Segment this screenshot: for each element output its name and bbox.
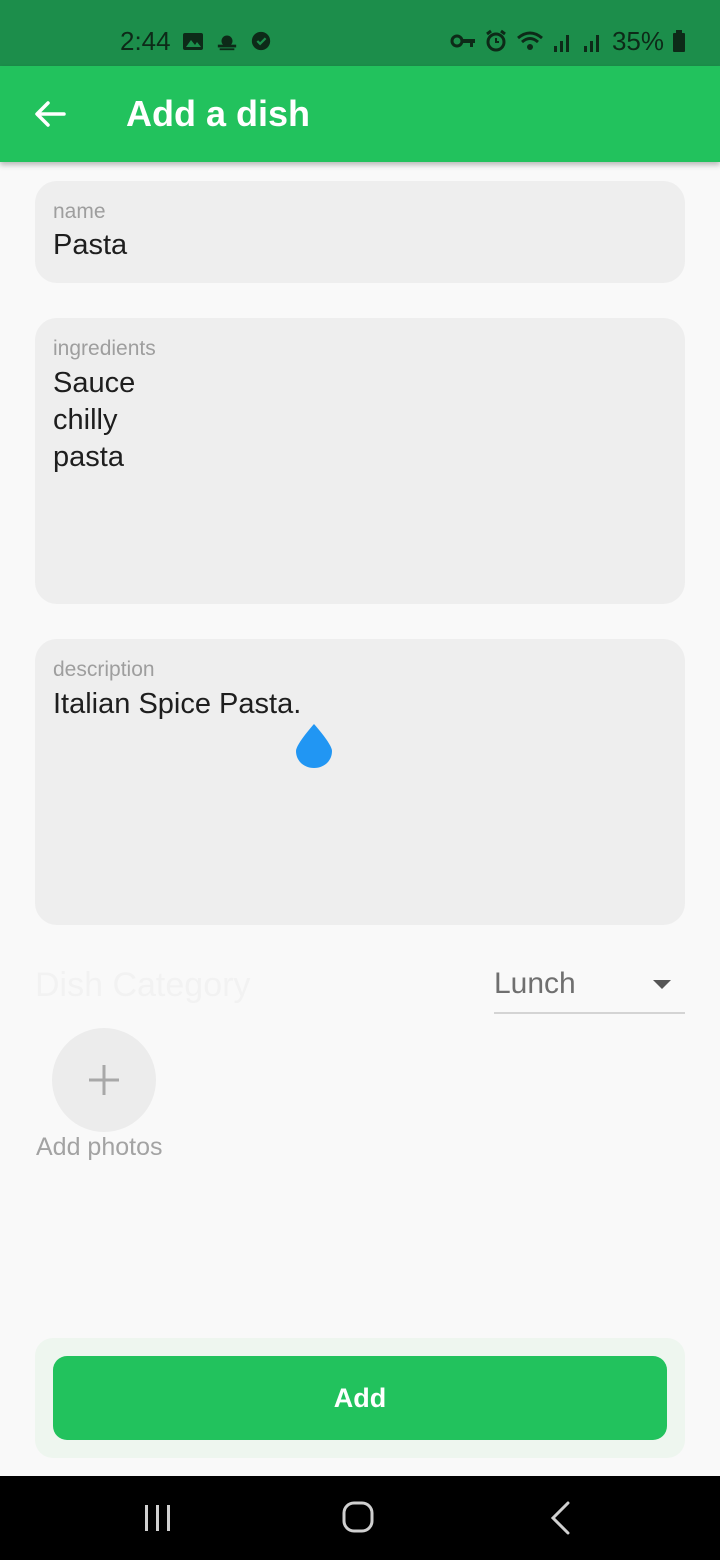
name-field[interactable]: name Pasta [35,181,685,283]
status-time: 2:44 [120,26,171,56]
home-icon[interactable] [341,1500,375,1534]
battery-percent: 35% [611,26,664,56]
signal-icon [553,35,569,52]
arrow-back-icon [35,101,66,127]
category-selected-value: Lunch [494,967,576,1000]
text-cursor-handle[interactable] [294,722,334,770]
category-dropdown[interactable]: Lunch [494,960,685,1014]
app-bar: Add a dish [0,66,720,162]
plus-icon [89,1065,119,1095]
page-title: Add a dish [126,93,311,134]
ingredients-field[interactable]: ingredients Sauce chilly pasta [35,318,685,604]
recents-icon[interactable] [143,1502,173,1534]
name-field-value[interactable]: Pasta [53,227,667,264]
vpn-key-icon [450,34,475,48]
dish-category-label: Dish Category [35,966,251,1004]
system-nav-bar [0,1476,720,1560]
alarm-icon [486,29,506,52]
status-icons-left [182,28,272,54]
add-button[interactable]: Add [53,1356,667,1440]
description-field[interactable]: description Italian Spice Pasta. [35,639,685,925]
battery-icon [673,30,685,52]
add-photo-button[interactable] [52,1028,156,1132]
ingredients-field-value[interactable]: Sauce chilly pasta [53,365,667,476]
status-bar: 2:44 35% [0,0,720,66]
name-field-label: name [53,200,106,223]
add-photos-label: Add photos [36,1133,163,1161]
bottom-action-panel: Add [35,1338,685,1458]
ingredients-field-label: ingredients [53,337,156,360]
signal-icon [583,35,599,52]
weather-icon [217,35,237,51]
description-field-label: description [53,658,155,681]
app-icon [251,31,271,51]
back-icon[interactable] [548,1500,572,1536]
wifi-icon [516,31,543,50]
description-field-value[interactable]: Italian Spice Pasta. [53,686,667,723]
dropdown-arrow-icon [653,980,671,989]
image-icon [183,33,203,50]
status-icons-right: 35% [450,26,686,56]
back-button[interactable] [28,92,72,136]
